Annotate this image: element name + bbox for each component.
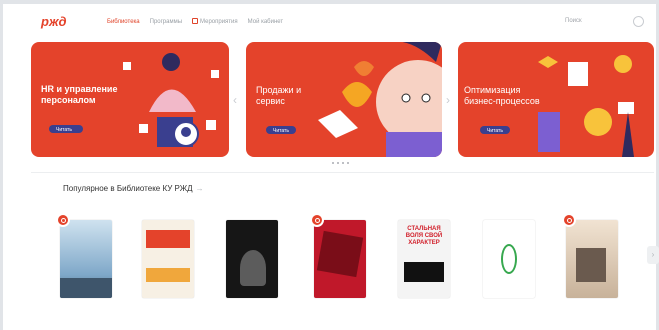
book-cover[interactable]	[60, 220, 112, 298]
svg-text:pжд: pжд	[40, 14, 67, 29]
nav-item-library[interactable]: Библиотека	[107, 19, 140, 25]
book-cover[interactable]	[483, 220, 535, 298]
audio-badge-icon	[310, 213, 324, 227]
banner-sales[interactable]: Продажи и сервис Читать	[246, 42, 442, 157]
calendar-icon	[192, 18, 199, 24]
search-link[interactable]: Поиск	[565, 18, 582, 24]
banner-hr[interactable]: HR и управление персоналом Читать	[31, 42, 229, 157]
audio-badge-icon	[562, 213, 576, 227]
section-divider	[31, 172, 654, 173]
carousel-prev-icon[interactable]: ‹	[233, 93, 237, 107]
nav-item-events[interactable]: Мероприятия	[192, 18, 238, 25]
banner-hr-button[interactable]: Читать	[49, 125, 83, 133]
main-nav: Библиотека Программы Мероприятия Мой каб…	[107, 18, 283, 25]
arrow-right-icon: →	[195, 184, 204, 193]
book-cover-title: СТАЛЬНАЯ ВОЛЯ СВОЙ ХАРАКТЕР	[405, 226, 443, 246]
banner-sales-button[interactable]: Читать	[266, 126, 296, 134]
audio-badge-icon	[56, 213, 70, 227]
user-icon[interactable]	[633, 16, 644, 27]
carousel-dots[interactable]	[332, 162, 349, 164]
banner-hr-title: HR и управление персоналом	[41, 84, 118, 105]
banner-sales-title: Продажи и сервис	[256, 85, 302, 106]
banner-optimization-title: Оптимизация бизнес-процессов	[464, 85, 540, 106]
banner-optimization-button[interactable]: Читать	[480, 126, 510, 134]
nav-item-programs[interactable]: Программы	[150, 19, 182, 25]
nav-item-cabinet[interactable]: Мой кабинет	[248, 19, 284, 25]
banner-optimization[interactable]: Оптимизация бизнес-процессов Читать	[458, 42, 654, 157]
carousel-next-icon[interactable]: ›	[446, 93, 450, 107]
shelf-next-icon[interactable]: ›	[647, 246, 659, 264]
rzd-logo[interactable]: pжд	[40, 13, 74, 29]
book-cover[interactable]	[314, 220, 366, 298]
book-cover[interactable]	[226, 220, 278, 298]
book-cover[interactable]	[142, 220, 194, 298]
section-title[interactable]: Популярное в Библиотеке КУ РЖД →	[63, 184, 204, 193]
book-cover[interactable]	[566, 220, 618, 298]
header: pжд Библиотека Программы Мероприятия Мой…	[3, 4, 656, 38]
book-cover[interactable]: СТАЛЬНАЯ ВОЛЯ СВОЙ ХАРАКТЕР	[398, 220, 450, 298]
